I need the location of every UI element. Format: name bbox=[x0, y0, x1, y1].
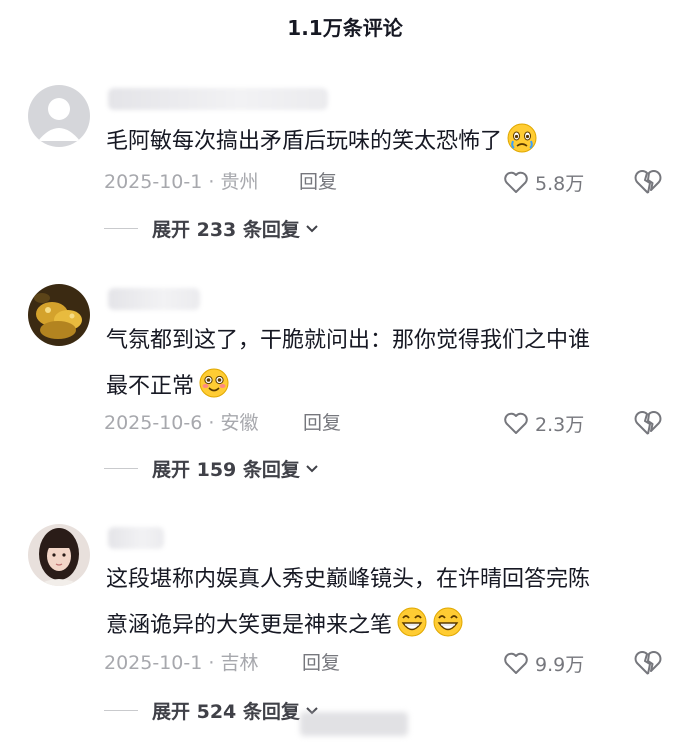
expand-replies-button[interactable]: 展开 159 条回复 bbox=[104, 453, 320, 483]
avatar[interactable] bbox=[28, 284, 90, 346]
comments-count-title: 1.1万条评论 bbox=[287, 16, 403, 40]
flushed-smile-emoji bbox=[199, 368, 229, 398]
reply-button[interactable]: 回复 bbox=[302, 648, 340, 678]
crying-face-emoji bbox=[507, 123, 537, 153]
expand-replies-button[interactable]: 展开 233 条回复 bbox=[104, 213, 320, 243]
comment-date-location: 2025-10-1 · 贵州 bbox=[104, 171, 259, 193]
broken-heart-icon bbox=[634, 651, 662, 675]
avatar[interactable] bbox=[28, 524, 90, 586]
comment-date-location: 2025-10-1 · 吉林 bbox=[104, 652, 259, 674]
like-button[interactable]: 5.8万 bbox=[503, 167, 584, 197]
expand-replies-button[interactable]: 展开 524 条回复 bbox=[104, 695, 320, 725]
divider bbox=[104, 709, 138, 711]
heart-outline-icon bbox=[504, 652, 528, 674]
comment-text: 气氛都到这了，干脆就问出：那你觉得我们之中谁 最不正常 bbox=[106, 328, 591, 399]
reply-button[interactable]: 回复 bbox=[303, 408, 341, 438]
username-blurred[interactable] bbox=[108, 527, 164, 549]
broken-heart-icon bbox=[634, 170, 662, 194]
like-button[interactable]: 2.3万 bbox=[503, 408, 584, 438]
chevron-down-icon bbox=[306, 225, 318, 233]
broken-heart-icon bbox=[634, 411, 662, 435]
dislike-button[interactable] bbox=[633, 408, 663, 438]
heart-outline-icon bbox=[504, 171, 528, 193]
username-blurred[interactable] bbox=[108, 88, 328, 110]
comment-text: 这段堪称内娱真人秀史巅峰镜头，在许晴回答完陈 意涵诡异的大笑更是神来之笔 bbox=[106, 567, 591, 638]
dislike-button[interactable] bbox=[633, 167, 663, 197]
like-button[interactable]: 9.9万 bbox=[503, 648, 584, 678]
username-blurred[interactable] bbox=[108, 288, 200, 310]
divider bbox=[104, 467, 138, 469]
reply-button[interactable]: 回复 bbox=[299, 167, 337, 197]
chevron-down-icon bbox=[306, 465, 318, 473]
watermark-blur bbox=[300, 712, 408, 736]
like-count: 9.9万 bbox=[535, 653, 585, 676]
heart-outline-icon bbox=[504, 412, 528, 434]
comment-date-location: 2025-10-6 · 安徽 bbox=[104, 412, 259, 434]
grinning-emoji bbox=[397, 607, 427, 637]
avatar[interactable] bbox=[28, 85, 90, 147]
grinning-emoji bbox=[433, 607, 463, 637]
comment-text: 毛阿敏每次搞出矛盾后玩味的笑太恐怖了 bbox=[106, 119, 666, 165]
expand-replies-label: 展开 159 条回复 bbox=[152, 458, 300, 481]
like-count: 5.8万 bbox=[535, 172, 585, 195]
expand-replies-label: 展开 524 条回复 bbox=[152, 700, 300, 723]
divider bbox=[104, 227, 138, 229]
like-count: 2.3万 bbox=[535, 413, 585, 436]
expand-replies-label: 展开 233 条回复 bbox=[152, 218, 300, 241]
dislike-button[interactable] bbox=[633, 648, 663, 678]
